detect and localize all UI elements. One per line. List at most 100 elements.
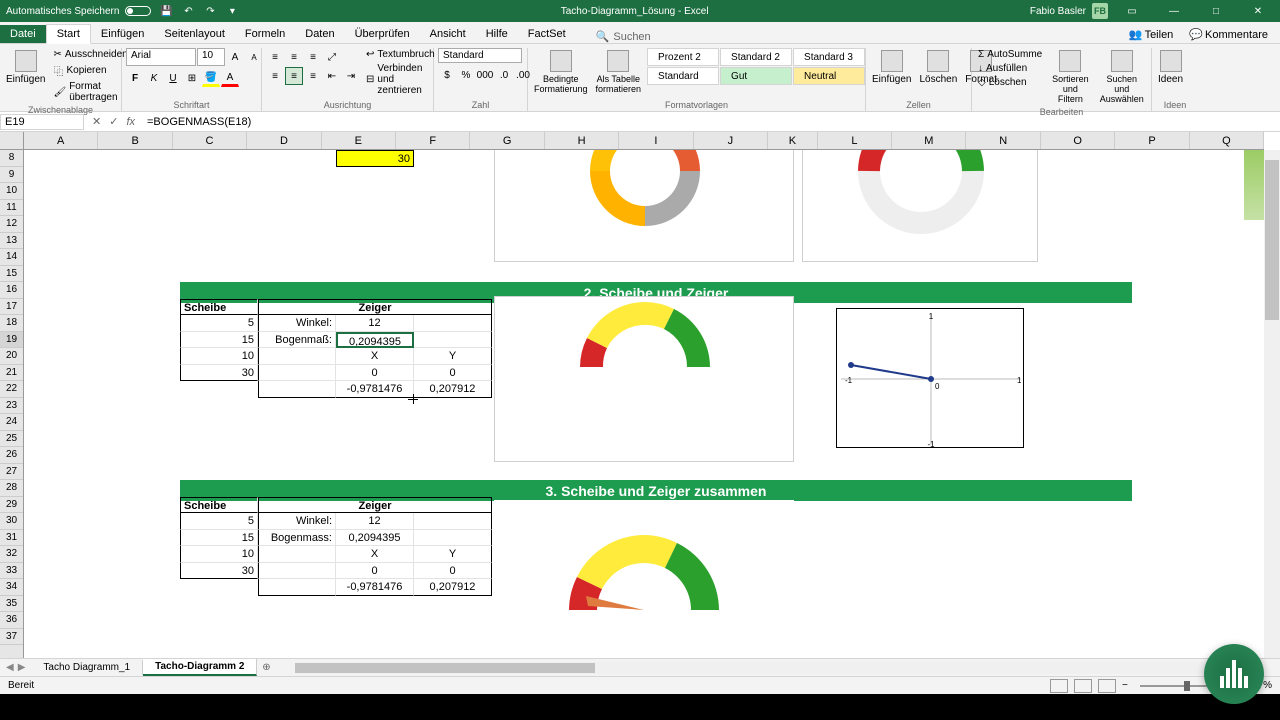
cell-C32[interactable]: 10	[180, 546, 258, 563]
col-header-O[interactable]: O	[1041, 132, 1115, 149]
cell-E20[interactable]: X	[336, 348, 414, 365]
row-header-26[interactable]: 26	[0, 447, 23, 464]
cell-F21[interactable]: 0	[414, 365, 492, 382]
cell-C30[interactable]: 5	[180, 513, 258, 530]
name-box[interactable]: E19	[0, 114, 84, 130]
insert-cells-button[interactable]: Einfügen	[870, 48, 913, 87]
cell-F19[interactable]	[414, 332, 492, 349]
cell-C31[interactable]: 15	[180, 530, 258, 547]
paste-button[interactable]: Einfügen	[4, 48, 47, 87]
cell-C17[interactable]: Scheibe	[180, 299, 258, 316]
row-header-31[interactable]: 31	[0, 530, 23, 547]
cell-F34[interactable]: 0,207912	[414, 579, 492, 596]
menu-data[interactable]: Daten	[295, 25, 344, 43]
col-header-H[interactable]: H	[545, 132, 619, 149]
sheet-tab-1[interactable]: Tacho Diagramm_1	[31, 660, 143, 675]
column-headers[interactable]: ABCDEFGHIJKLMNOPQ	[24, 132, 1264, 150]
select-all-corner[interactable]	[0, 132, 24, 150]
cell-D30[interactable]: Winkel:	[258, 513, 336, 530]
row-header-36[interactable]: 36	[0, 612, 23, 629]
fill-button[interactable]: ↓Ausfüllen	[976, 62, 1044, 75]
row-header-11[interactable]: 11	[0, 200, 23, 217]
worksheet-grid[interactable]: ABCDEFGHIJKLMNOPQ 8910111213141516171819…	[0, 132, 1280, 658]
cell-D21[interactable]	[258, 365, 336, 382]
col-header-Q[interactable]: Q	[1190, 132, 1264, 149]
col-header-A[interactable]: A	[24, 132, 98, 149]
cell-F18[interactable]	[414, 315, 492, 332]
row-header-15[interactable]: 15	[0, 266, 23, 283]
grow-font-icon[interactable]: A	[226, 48, 244, 66]
row-header-34[interactable]: 34	[0, 579, 23, 596]
cell-C20[interactable]: 10	[180, 348, 258, 365]
align-bot-icon[interactable]: ≡	[304, 48, 322, 66]
row-header-35[interactable]: 35	[0, 596, 23, 613]
row-header-30[interactable]: 30	[0, 513, 23, 530]
col-header-E[interactable]: E	[322, 132, 396, 149]
style-standard2[interactable]: Standard 2	[720, 48, 792, 66]
align-top-icon[interactable]: ≡	[266, 48, 284, 66]
cond-format-button[interactable]: Bedingte Formatierung	[532, 48, 590, 96]
col-header-N[interactable]: N	[966, 132, 1040, 149]
chart-scatter-pointer[interactable]: 1 -1 -1 1 0	[836, 308, 1024, 448]
merge-button[interactable]: ⊟Verbinden und zentrieren	[364, 62, 437, 97]
qat-dropdown-icon[interactable]: ▾	[225, 4, 239, 18]
vertical-scrollbar[interactable]	[1264, 150, 1280, 658]
row-headers[interactable]: 8910111213141516171819202122232425262728…	[0, 150, 24, 658]
add-sheet-button[interactable]: ⊕	[257, 662, 275, 673]
cell-D19[interactable]: Bogenmaß:	[258, 332, 336, 349]
style-neutral[interactable]: Neutral	[793, 67, 865, 85]
cell-D22[interactable]	[258, 381, 336, 398]
align-left-icon[interactable]: ≡	[266, 67, 284, 85]
cell-F32[interactable]: Y	[414, 546, 492, 563]
border-button[interactable]: ⊞	[183, 69, 201, 87]
row-header-18[interactable]: 18	[0, 315, 23, 332]
row-header-14[interactable]: 14	[0, 249, 23, 266]
cell-E21[interactable]: 0	[336, 365, 414, 382]
comma-icon[interactable]: 000	[476, 66, 494, 84]
sheet-nav-last-icon[interactable]: ▶	[18, 662, 26, 673]
cell-C18[interactable]: 5	[180, 315, 258, 332]
align-center-icon[interactable]: ≡	[285, 67, 303, 85]
row-header-21[interactable]: 21	[0, 365, 23, 382]
share-button[interactable]: 👥Teilen	[1123, 26, 1179, 43]
cell-E17-merged[interactable]: Zeiger	[258, 299, 492, 316]
row-header-9[interactable]: 9	[0, 167, 23, 184]
shrink-font-icon[interactable]: A	[245, 48, 263, 66]
formula-input[interactable]: =BOGENMASS(E18)	[143, 115, 1280, 129]
col-header-G[interactable]: G	[470, 132, 544, 149]
minimize-icon[interactable]: —	[1156, 0, 1192, 22]
cell-F22[interactable]: 0,207912	[414, 381, 492, 398]
underline-button[interactable]: U	[164, 69, 182, 87]
tell-me-search[interactable]: 🔍Suchen	[596, 30, 651, 43]
copy-button[interactable]: ⿻Kopieren	[51, 62, 129, 79]
cell-D34[interactable]	[258, 579, 336, 596]
auto-save-toggle[interactable]: Automatisches Speichern	[6, 6, 151, 17]
row-header-33[interactable]: 33	[0, 563, 23, 580]
cell-C29[interactable]: Scheibe	[180, 497, 258, 514]
menu-file[interactable]: Datei	[0, 25, 46, 43]
cell-F33[interactable]: 0	[414, 563, 492, 580]
cell-C19[interactable]: 15	[180, 332, 258, 349]
save-icon[interactable]: 💾	[159, 4, 173, 18]
sheet-nav-first-icon[interactable]: ◀	[6, 662, 14, 673]
chart-gauge-section2[interactable]	[494, 296, 794, 462]
sheet-tab-2[interactable]: Tacho-Diagramm 2	[143, 659, 257, 676]
number-format-select[interactable]: Standard	[438, 48, 522, 63]
row-header-12[interactable]: 12	[0, 216, 23, 233]
cut-button[interactable]: ✂Ausschneiden	[51, 48, 129, 61]
sort-filter-button[interactable]: Sortieren und Filtern	[1048, 48, 1092, 106]
cell-E19-selected[interactable]: 0,2094395	[336, 332, 414, 349]
cell-D33[interactable]	[258, 563, 336, 580]
cell-E18[interactable]: 12	[336, 315, 414, 332]
col-header-I[interactable]: I	[619, 132, 693, 149]
cell-D31[interactable]: Bogenmass:	[258, 530, 336, 547]
row-header-17[interactable]: 17	[0, 299, 23, 316]
align-mid-icon[interactable]: ≡	[285, 48, 303, 66]
enter-formula-icon[interactable]: ✓	[109, 115, 118, 128]
row-header-19[interactable]: 19	[0, 332, 23, 349]
cell-F20[interactable]: Y	[414, 348, 492, 365]
row-header-32[interactable]: 32	[0, 546, 23, 563]
delete-cells-button[interactable]: Löschen	[917, 48, 959, 87]
clear-button[interactable]: ◇Löschen	[976, 76, 1044, 89]
ideas-button[interactable]: Ideen	[1156, 48, 1185, 87]
